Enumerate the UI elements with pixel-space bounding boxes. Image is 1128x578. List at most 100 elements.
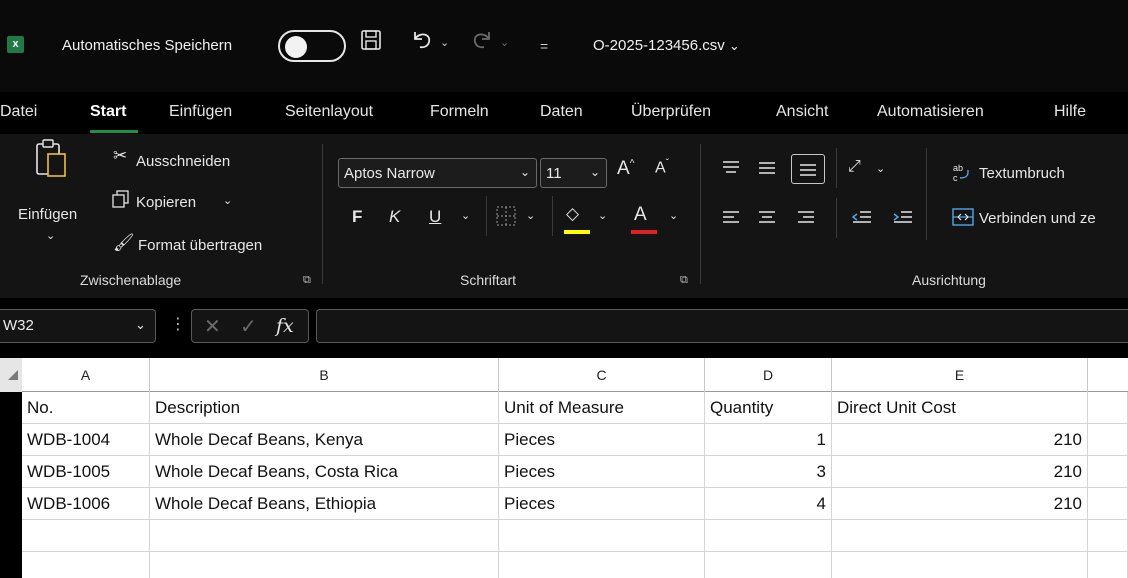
cell-d3[interactable]: 3 [705,456,832,488]
cell-f1[interactable] [1088,392,1128,424]
cell-d6[interactable] [705,552,832,578]
tab-ansicht[interactable]: Ansicht [776,103,828,121]
column-header-a[interactable]: A [22,358,150,392]
customize-toolbar-icon[interactable]: = [540,38,548,54]
cell-a3[interactable]: WDB-1005 [22,456,150,488]
format-painter-button[interactable]: Format übertragen [138,237,262,254]
paste-dropdown-icon[interactable]: ⌄ [46,229,55,242]
font-color-dropdown-icon[interactable]: ⌄ [669,209,678,222]
fill-color-dropdown-icon[interactable]: ⌄ [598,209,607,222]
tab-datei[interactable]: Datei [0,103,37,121]
cell-a1[interactable]: No. [22,392,150,424]
column-header-c[interactable]: C [499,358,705,392]
cell-a4[interactable]: WDB-1006 [22,488,150,520]
cell-b6[interactable] [150,552,499,578]
cell-b2[interactable]: Whole Decaf Beans, Kenya [150,424,499,456]
cell-e5[interactable] [832,520,1088,552]
underline-dropdown-icon[interactable]: ⌄ [461,209,470,222]
italic-button[interactable]: K [389,207,400,227]
increase-font-icon[interactable]: A^ [617,158,634,180]
tab-daten[interactable]: Daten [540,103,583,121]
redo-icon[interactable] [470,28,494,60]
paste-button[interactable]: Einfügen [18,206,77,223]
borders-dropdown-icon[interactable]: ⌄ [526,209,535,222]
save-icon[interactable] [360,28,382,60]
tab-start[interactable]: Start [90,103,126,121]
undo-dropdown-icon[interactable]: ⌄ [440,36,449,49]
tab-hilfe[interactable]: Hilfe [1054,103,1086,121]
autosave-toggle[interactable] [278,30,346,62]
align-middle-icon[interactable] [758,160,776,181]
cell-f2[interactable] [1088,424,1128,456]
cell-c3[interactable]: Pieces [499,456,705,488]
column-header-d[interactable]: D [705,358,832,392]
confirm-icon[interactable]: ✓ [240,314,257,339]
cell-d2[interactable]: 1 [705,424,832,456]
name-box[interactable]: W32 ⌄ [0,309,156,343]
cell-c1[interactable]: Unit of Measure [499,392,705,424]
cell-a2[interactable]: WDB-1004 [22,424,150,456]
cell-d4[interactable]: 4 [705,488,832,520]
tab-ueberpruefen[interactable]: Überprüfen [631,103,711,121]
column-header-b[interactable]: B [150,358,499,392]
font-color-icon[interactable]: A [634,204,647,226]
chevron-down-icon[interactable]: ⌄ [135,317,146,333]
select-all-button[interactable] [0,358,22,392]
align-left-icon[interactable] [722,210,740,231]
decrease-indent-icon[interactable] [851,210,872,231]
cell-f3[interactable] [1088,456,1128,488]
bold-button[interactable]: F [352,207,362,227]
tab-formeln[interactable]: Formeln [430,103,489,121]
cell-e1[interactable]: Direct Unit Cost [832,392,1088,424]
cell-e6[interactable] [832,552,1088,578]
borders-icon[interactable] [496,206,516,231]
decrease-font-icon[interactable]: Aˇ [655,158,669,177]
column-header-f[interactable] [1088,358,1128,392]
paste-icon[interactable] [34,138,68,187]
increase-indent-icon[interactable] [893,210,913,231]
cell-b4[interactable]: Whole Decaf Beans, Ethiopia [150,488,499,520]
file-name[interactable]: O-2025-123456.csv ⌄ [593,37,740,54]
cell-c5[interactable] [499,520,705,552]
align-right-icon[interactable] [797,210,815,231]
more-options-icon[interactable]: ⋮ [170,314,186,334]
wrap-text-button[interactable]: Textumbruch [979,165,1065,182]
cell-a6[interactable] [22,552,150,578]
cell-e2[interactable]: 210 [832,424,1088,456]
tab-automatisieren[interactable]: Automatisieren [877,103,984,121]
cell-e4[interactable]: 210 [832,488,1088,520]
cell-f6[interactable] [1088,552,1128,578]
insert-function-icon[interactable]: fx [276,315,294,337]
cell-d5[interactable] [705,520,832,552]
align-top-icon[interactable] [722,160,740,181]
cut-button[interactable]: Ausschneiden [136,153,230,170]
font-name-select[interactable]: Aptos Narrow ⌄ [338,158,537,188]
tab-seitenlayout[interactable]: Seitenlayout [285,103,373,121]
font-launcher-icon[interactable]: ⧉ [680,274,688,287]
merge-center-button[interactable]: Verbinden und ze [979,210,1096,227]
cell-a5[interactable] [22,520,150,552]
copy-dropdown-icon[interactable]: ⌄ [223,194,232,207]
cell-b1[interactable]: Description [150,392,499,424]
align-center-icon[interactable] [758,210,776,231]
cell-e3[interactable]: 210 [832,456,1088,488]
font-size-select[interactable]: 11 ⌄ [540,158,607,188]
cell-c2[interactable]: Pieces [499,424,705,456]
cell-c4[interactable]: Pieces [499,488,705,520]
cell-f5[interactable] [1088,520,1128,552]
align-bottom-icon[interactable] [791,154,825,184]
orientation-icon[interactable]: ⤢ [848,158,861,176]
cell-b5[interactable] [150,520,499,552]
cell-c6[interactable] [499,552,705,578]
formula-input[interactable] [316,309,1128,343]
cell-f4[interactable] [1088,488,1128,520]
redo-dropdown-icon[interactable]: ⌄ [500,36,509,49]
cell-d1[interactable]: Quantity [705,392,832,424]
tab-einfuegen[interactable]: Einfügen [169,103,232,121]
copy-button[interactable]: Kopieren [136,194,196,211]
clipboard-launcher-icon[interactable]: ⧉ [303,274,311,287]
underline-button[interactable]: U [429,207,441,227]
cancel-icon[interactable]: ✕ [204,314,221,339]
undo-icon[interactable] [410,28,434,60]
cell-b3[interactable]: Whole Decaf Beans, Costa Rica [150,456,499,488]
